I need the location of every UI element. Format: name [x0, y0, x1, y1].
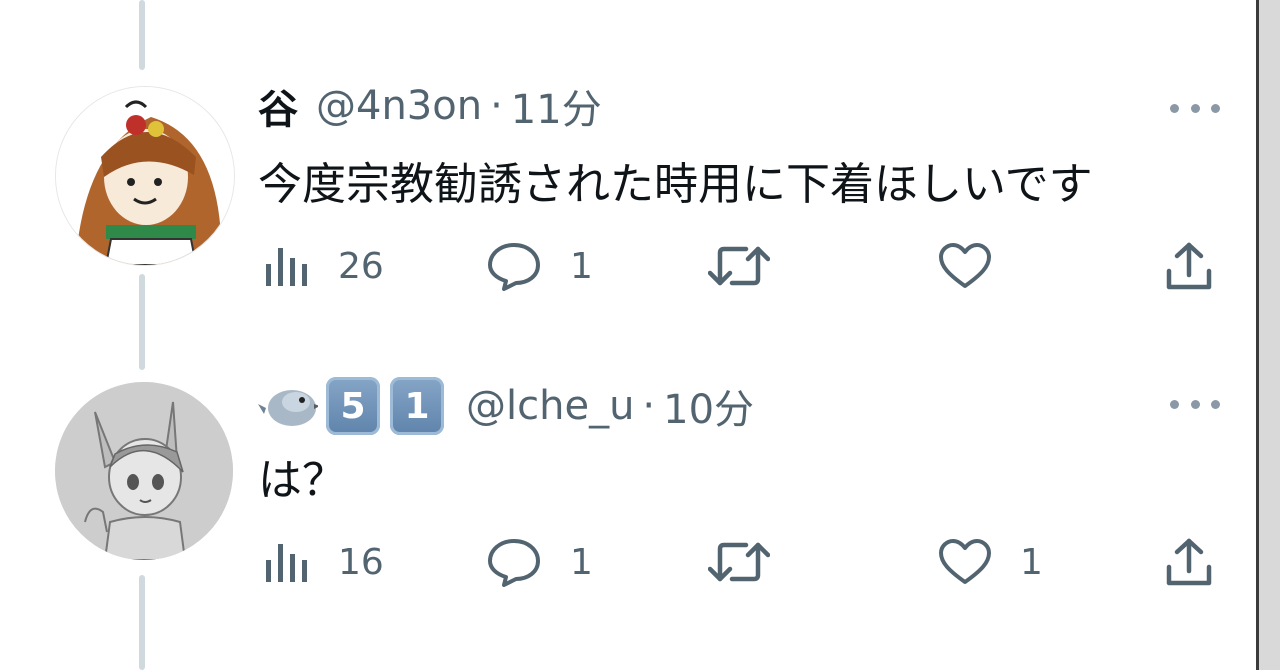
- tweet-header: 谷 @4n3on · 11分: [258, 76, 602, 136]
- user-handle[interactable]: @4n3on: [316, 83, 482, 129]
- reply-icon: [488, 243, 540, 291]
- share-button[interactable]: [1164, 236, 1214, 296]
- share-icon: [1166, 242, 1212, 290]
- retweet-button[interactable]: [708, 532, 770, 592]
- tweet-text: 今度宗教勧誘された時用に下着ほしいです: [258, 159, 1093, 210]
- heart-icon: [939, 539, 991, 584]
- pencil-sketch-avatar-icon: [55, 382, 233, 560]
- analytics-icon: [266, 544, 307, 582]
- views-button[interactable]: 26: [266, 236, 384, 296]
- views-button[interactable]: 16: [266, 532, 384, 592]
- reply-count: 1: [570, 245, 593, 287]
- analytics-icon: [266, 248, 307, 286]
- tweet[interactable]: 5 1 @lche_u · 10分 は？ 16 1 1: [0, 376, 1256, 636]
- reply-button[interactable]: 1: [486, 236, 593, 296]
- heart-icon: [939, 243, 991, 288]
- anime-avatar-illustration-icon: [56, 87, 234, 265]
- like-button[interactable]: 1: [938, 532, 1043, 592]
- share-button[interactable]: [1164, 532, 1214, 592]
- retweet-button[interactable]: [708, 236, 770, 296]
- keycap-5-emoji: 5: [326, 377, 380, 435]
- like-button[interactable]: [938, 236, 992, 296]
- keycap-1-emoji: 1: [390, 377, 444, 435]
- thread-line-top: [139, 0, 145, 70]
- like-count: 1: [1020, 541, 1043, 583]
- more-options-icon[interactable]: [1170, 384, 1220, 424]
- share-icon: [1166, 538, 1212, 586]
- retweet-icon: [708, 542, 770, 582]
- separator-dot: ·: [490, 83, 503, 129]
- retweet-icon: [708, 246, 770, 286]
- scrollbar-track: [1256, 0, 1280, 670]
- views-count: 16: [338, 541, 384, 583]
- reply-button[interactable]: 1: [486, 532, 593, 592]
- tweet[interactable]: 谷 @4n3on · 11分 今度宗教勧誘された時用に下着ほしいです 26 1: [0, 80, 1256, 340]
- avatar[interactable]: [55, 86, 235, 266]
- tweet-text: は？: [258, 455, 346, 506]
- separator-dot: ·: [642, 383, 656, 429]
- avatar[interactable]: [55, 382, 233, 560]
- display-name[interactable]: 谷: [258, 77, 298, 135]
- bird-emoji-icon: [258, 390, 318, 426]
- tweet-actions: 16 1 1: [258, 532, 1228, 592]
- tweet-actions: 26 1: [258, 236, 1228, 296]
- views-count: 26: [338, 245, 384, 287]
- tweet-header: 5 1 @lche_u · 10分: [258, 376, 754, 436]
- user-handle[interactable]: @lche_u: [466, 383, 634, 429]
- reply-icon: [488, 539, 540, 587]
- more-options-icon[interactable]: [1170, 88, 1220, 128]
- reply-count: 1: [570, 541, 593, 583]
- timestamp[interactable]: 11分: [511, 77, 602, 135]
- window-edge: [1256, 0, 1259, 670]
- timestamp[interactable]: 10分: [663, 377, 754, 435]
